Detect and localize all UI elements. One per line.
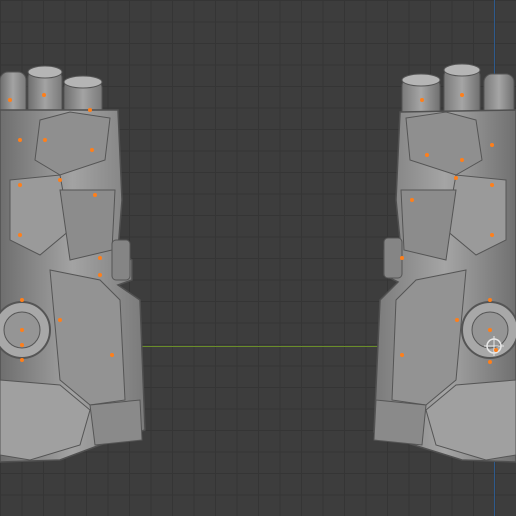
gauntlet-right-mesh[interactable] — [372, 0, 516, 470]
side-knob — [383, 237, 403, 279]
gauntlet-left-mesh[interactable] — [0, 0, 160, 470]
side-knob — [111, 239, 131, 281]
3d-viewport[interactable] — [0, 0, 516, 516]
